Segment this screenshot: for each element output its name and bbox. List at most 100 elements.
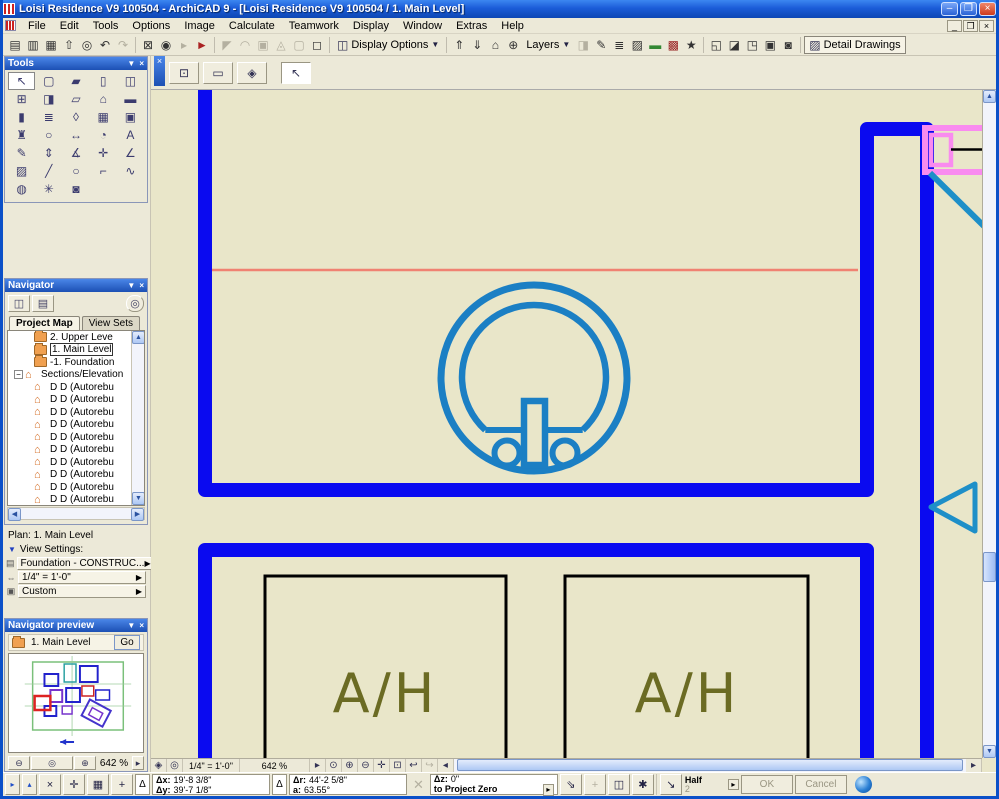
preview-thumbnail[interactable] xyxy=(8,653,144,753)
trim-icon[interactable]: ◤ xyxy=(218,36,236,54)
tree-item-elevation[interactable]: ⌂ D D (Autorebu xyxy=(8,469,144,482)
menu-edit[interactable]: Edit xyxy=(53,19,86,33)
tree-item-elevation[interactable]: ⌂ D D (Autorebu xyxy=(8,444,144,457)
project-chooser-button[interactable]: ◫ xyxy=(8,294,30,312)
tree-item-elevation[interactable]: ⌂ D D (Autorebu xyxy=(8,481,144,494)
tree-item-upper-level[interactable]: 2. Upper Leve xyxy=(8,331,144,344)
scroll-down-icon[interactable]: ▼ xyxy=(983,745,996,758)
pan-button[interactable]: ✛ xyxy=(374,759,390,772)
fill-type-icon[interactable]: ▨ xyxy=(628,36,646,54)
camera-vr-tool[interactable]: ◍ xyxy=(8,180,35,198)
pan-mode-button[interactable]: ◈ xyxy=(151,759,167,772)
tree-item-main-level[interactable]: 1. Main Level xyxy=(8,342,144,357)
menu-teamwork[interactable]: Teamwork xyxy=(282,19,346,33)
magic-wand-button[interactable]: ✱ xyxy=(631,774,654,795)
horizontal-scroll-thumb[interactable] xyxy=(456,759,963,771)
render-icon[interactable]: ◙ xyxy=(779,36,797,54)
door-tool[interactable]: ◫ xyxy=(117,72,144,90)
marker-icon[interactable]: ► xyxy=(193,36,211,54)
quick-layers-icon[interactable]: ◨ xyxy=(574,36,592,54)
navigator-preview-titlebar[interactable]: Navigator preview ▼ × xyxy=(5,619,147,632)
zoom-display[interactable]: 642 % xyxy=(240,759,310,772)
preview-expand-button[interactable]: ▸ xyxy=(132,756,144,770)
eraser-button[interactable]: ◈ xyxy=(237,61,267,84)
palette-close-icon[interactable]: × xyxy=(139,621,144,630)
save-icon[interactable]: ▤ xyxy=(6,36,24,54)
ungroup-icon[interactable]: ▢ xyxy=(290,36,308,54)
selection-frame-icon[interactable]: ◻ xyxy=(308,36,326,54)
tree-item-elevation[interactable]: ⌂ D D (Autorebu xyxy=(8,381,144,394)
layers-button[interactable]: Layers ▼ xyxy=(522,36,574,54)
elevation-dimension-tool[interactable]: ✛ xyxy=(90,144,117,162)
beam-tool[interactable]: ▬ xyxy=(117,90,144,108)
child-close-button[interactable]: × xyxy=(979,19,994,32)
floor-plan-canvas[interactable]: A/H A/H xyxy=(151,90,982,758)
tab-project-map[interactable]: Project Map xyxy=(9,316,80,330)
document-icon[interactable] xyxy=(5,20,16,31)
line-type-icon[interactable]: ≣ xyxy=(610,36,628,54)
vertical-scroll-thumb[interactable] xyxy=(983,552,996,582)
z-coordinate-box[interactable]: Δz: 0" to Project Zero ▸ xyxy=(429,774,558,796)
titlebar[interactable]: Loisi Residence V9 100504 - ArchiCAD 9 -… xyxy=(3,0,996,18)
publisher-icon[interactable]: ⇧ xyxy=(60,36,78,54)
dock-button-1[interactable]: ▸ xyxy=(5,774,20,795)
dynamic-zoom-button[interactable]: ⊙ xyxy=(326,759,342,772)
pen-color-icon[interactable]: ✎ xyxy=(592,36,610,54)
preview-fit-button[interactable]: ◎ xyxy=(31,756,73,770)
find-select-icon[interactable]: ◎ xyxy=(78,36,96,54)
photo-icon[interactable]: ▣ xyxy=(761,36,779,54)
scroll-up-icon[interactable]: ▲ xyxy=(983,90,996,103)
stair-tool[interactable]: ≣ xyxy=(35,108,62,126)
fit-button[interactable]: ⊡ xyxy=(390,759,406,772)
menu-window[interactable]: Window xyxy=(396,19,449,33)
relative-origin-button[interactable]: + xyxy=(111,774,133,795)
tree-item-sections[interactable]: − ⌂ Sections/Elevation xyxy=(8,369,144,382)
angle-dimension-tool[interactable]: ∡ xyxy=(62,144,89,162)
menu-options[interactable]: Options xyxy=(125,19,177,33)
arrow-tool[interactable]: ↖ xyxy=(8,72,36,90)
tree-vertical-scrollbar[interactable]: ▲ ▼ xyxy=(131,331,144,505)
ra-coordinate-box[interactable]: Δr: 44'-2 5/8" a: 63.55° xyxy=(289,774,407,795)
gravity-button[interactable]: ⇘ xyxy=(559,774,582,795)
scroll-right-icon[interactable]: ▸ xyxy=(966,759,982,772)
tracking-button[interactable]: ✛ xyxy=(63,774,85,795)
tree-item-elevation[interactable]: ⌂ D D (Autorebu xyxy=(8,394,144,407)
spline-tool[interactable]: ∿ xyxy=(117,162,144,180)
scroll-left-button[interactable]: ◂ xyxy=(438,759,454,772)
marquee-method-button[interactable]: ⊡ xyxy=(169,61,199,84)
dock-button-2[interactable]: ▴ xyxy=(22,774,37,795)
window-tool[interactable]: ⊞ xyxy=(8,90,35,108)
preview-zoom-in-button[interactable]: ⊕ xyxy=(74,756,96,770)
group-icon[interactable]: ▣ xyxy=(254,36,272,54)
3d-window-icon[interactable]: ◳ xyxy=(743,36,761,54)
half-flyout-icon[interactable]: ▸ xyxy=(727,779,739,790)
story-up-icon[interactable]: ⇑ xyxy=(450,36,468,54)
lamp-tool[interactable]: ○ xyxy=(35,126,62,144)
tree-item-elevation[interactable]: ⌂ D D (Autorebu xyxy=(8,419,144,432)
story-settings-icon[interactable]: ⌂ xyxy=(486,36,504,54)
save-all-icon[interactable]: ▥ xyxy=(24,36,42,54)
scroll-left-icon[interactable]: ◀ xyxy=(8,508,21,521)
menu-extras[interactable]: Extras xyxy=(449,19,494,33)
mesh-tool[interactable]: ▦ xyxy=(90,108,117,126)
pet-palette-button[interactable]: ◫ xyxy=(607,774,630,795)
favorites-icon[interactable]: ★ xyxy=(682,36,700,54)
tree-item-foundation[interactable]: -1. Foundation xyxy=(8,355,144,369)
menu-tools[interactable]: Tools xyxy=(86,19,126,33)
go-button[interactable]: Go xyxy=(114,635,140,650)
level-dimension-tool[interactable]: ⇕ xyxy=(35,144,62,162)
close-button[interactable]: × xyxy=(979,2,996,16)
navigator-palette-titlebar[interactable]: Navigator ▼ × xyxy=(5,279,147,292)
xy-coordinate-box[interactable]: Δx: 19'-8 3/8" Δy: 39'-7 1/8" xyxy=(152,774,270,795)
vertical-scrollbar[interactable]: ▲ ▼ xyxy=(982,90,996,758)
doc-zoom-button[interactable]: ◎ xyxy=(167,759,183,772)
preview-zoom-out-button[interactable]: ⊖ xyxy=(8,756,30,770)
menu-image[interactable]: Image xyxy=(177,19,222,33)
project-tree[interactable]: 2. Upper Leve 1. Main Level -1. Foundati… xyxy=(7,330,145,506)
zoom-icon[interactable]: ◉ xyxy=(157,36,175,54)
text-tool[interactable]: A xyxy=(117,126,144,144)
wall-tool[interactable]: ▰ xyxy=(62,72,89,90)
minimize-button[interactable]: – xyxy=(941,2,958,16)
geometry-method-button[interactable]: ▭ xyxy=(203,61,233,84)
angle-tool[interactable]: ∠ xyxy=(117,144,144,162)
